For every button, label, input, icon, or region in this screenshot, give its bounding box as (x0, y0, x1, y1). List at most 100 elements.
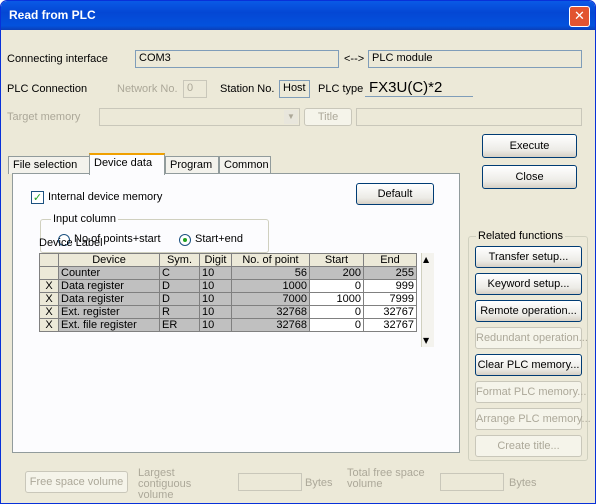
table-row[interactable]: X Data register D 10 7000 1000 7999 (39, 292, 417, 306)
redundant-operation-button: Redundant operation... (475, 327, 588, 349)
tab-device-data[interactable]: Device data (89, 153, 165, 175)
row-mark[interactable]: X (39, 292, 59, 306)
table-corner (39, 253, 59, 267)
plc-module-field: PLC module (368, 50, 582, 68)
cell-sym: D (159, 292, 200, 306)
plc-connection-label: PLC Connection (7, 83, 88, 95)
cell-digit: 10 (199, 305, 232, 319)
row-mark[interactable]: X (39, 318, 59, 332)
radio-start-end[interactable] (179, 234, 191, 246)
largest-contiguous-label: Largest contiguous volume (138, 467, 192, 501)
row-mark[interactable] (39, 266, 59, 280)
close-icon[interactable]: ✕ (569, 6, 590, 27)
total-free-space-field (440, 473, 504, 491)
cell-device: Data register (58, 279, 160, 293)
device-table: Device Sym. Digit No. of point Start End… (39, 253, 417, 332)
cell-device: Data register (58, 292, 160, 306)
cell-device: Ext. file register (58, 318, 160, 332)
target-memory-select: ▼ (99, 108, 300, 126)
cell-points: 56 (231, 266, 310, 280)
internal-device-memory-label: Internal device memory (48, 191, 163, 203)
tab-common[interactable]: Common (219, 156, 271, 174)
tab-file-selection[interactable]: File selection (8, 156, 91, 174)
clear-plc-memory-button[interactable]: Clear PLC memory... (475, 354, 582, 376)
target-memory-label: Target memory (7, 111, 81, 123)
row-mark[interactable]: X (39, 279, 59, 293)
device-label-heading: Device Label (39, 237, 103, 249)
title-bar[interactable]: Read from PLC ✕ (1, 1, 595, 30)
close-button[interactable]: Close (482, 165, 577, 189)
window-title: Read from PLC (9, 8, 96, 22)
cell-points: 32768 (231, 318, 310, 332)
table-row[interactable]: X Ext. register R 10 32768 0 32767 (39, 305, 417, 319)
title-button: Title (304, 108, 352, 126)
table-row[interactable]: Counter C 10 56 200 255 (39, 266, 417, 280)
related-functions-label: Related functions (476, 230, 565, 242)
cell-end[interactable]: 32767 (363, 318, 417, 332)
table-row[interactable]: X Ext. file register ER 10 32768 0 32767 (39, 318, 417, 332)
cell-sym: D (159, 279, 200, 293)
arrange-plc-memory-button: Arrange PLC memory... (475, 408, 591, 430)
column-header-sym: Sym. (159, 253, 200, 267)
cell-end[interactable]: 7999 (363, 292, 417, 306)
connecting-interface-field: COM3 (135, 50, 339, 68)
format-plc-memory-button: Format PLC memory... (475, 381, 586, 403)
title-field (356, 108, 582, 126)
free-space-volume-button: Free space volume (25, 471, 128, 493)
bytes-label-2: Bytes (509, 477, 537, 489)
column-header-end: End (363, 253, 417, 267)
plc-type-label: PLC type (318, 83, 364, 95)
transfer-setup-button[interactable]: Transfer setup... (475, 246, 582, 268)
remote-operation-button[interactable]: Remote operation... (475, 300, 582, 322)
cell-start[interactable]: 200 (309, 266, 364, 280)
cell-digit: 10 (199, 318, 232, 332)
cell-digit: 10 (199, 292, 232, 306)
cell-start[interactable]: 0 (309, 279, 364, 293)
network-no-field: 0 (183, 80, 207, 98)
cell-sym: C (159, 266, 200, 280)
cell-sym: ER (159, 318, 200, 332)
execute-button[interactable]: Execute (482, 134, 577, 158)
connection-arrow: <--> (344, 53, 365, 65)
column-header-points: No. of point (231, 253, 310, 267)
cell-end[interactable]: 32767 (363, 305, 417, 319)
keyword-setup-button[interactable]: Keyword setup... (475, 273, 582, 295)
cell-digit: 10 (199, 266, 232, 280)
cell-device: Counter (58, 266, 160, 280)
cell-device: Ext. register (58, 305, 160, 319)
internal-device-memory-checkbox[interactable]: ✓ (31, 191, 44, 204)
default-button[interactable]: Default (356, 183, 434, 205)
radio-start-end-label: Start+end (195, 233, 244, 245)
cell-end[interactable]: 999 (363, 279, 417, 293)
cell-points: 32768 (231, 305, 310, 319)
plc-type-value: FX3U(C)*2 (369, 79, 443, 96)
cell-start[interactable]: 0 (309, 318, 364, 332)
table-row[interactable]: X Data register D 10 1000 0 999 (39, 279, 417, 293)
create-title-button: Create title... (475, 435, 582, 457)
cell-points: 1000 (231, 279, 310, 293)
network-no-label: Network No. (117, 83, 178, 95)
total-free-space-label: Total free space volume (347, 467, 425, 490)
cell-sym: R (159, 305, 200, 319)
cell-start[interactable]: 1000 (309, 292, 364, 306)
chevron-down-icon: ▼ (284, 110, 298, 124)
bytes-label-1: Bytes (305, 477, 333, 489)
cell-digit: 10 (199, 279, 232, 293)
input-column-label: Input column (51, 213, 118, 225)
table-scrollbar[interactable]: ▲ ▼ (421, 253, 434, 347)
scroll-down-icon[interactable]: ▼ (423, 336, 429, 345)
column-header-digit: Digit (199, 253, 232, 267)
connecting-interface-label: Connecting interface (7, 53, 108, 65)
largest-contiguous-field (238, 473, 302, 491)
cell-end[interactable]: 255 (363, 266, 417, 280)
station-no-field: Host (279, 80, 310, 98)
cell-start[interactable]: 0 (309, 305, 364, 319)
scroll-up-icon[interactable]: ▲ (423, 255, 429, 264)
column-header-start: Start (309, 253, 364, 267)
cell-points: 7000 (231, 292, 310, 306)
read-from-plc-dialog: Read from PLC ✕ Connecting interface COM… (0, 0, 596, 504)
tab-program[interactable]: Program (165, 156, 219, 174)
row-mark[interactable]: X (39, 305, 59, 319)
station-no-label: Station No. (220, 83, 275, 95)
column-header-device: Device (58, 253, 160, 267)
